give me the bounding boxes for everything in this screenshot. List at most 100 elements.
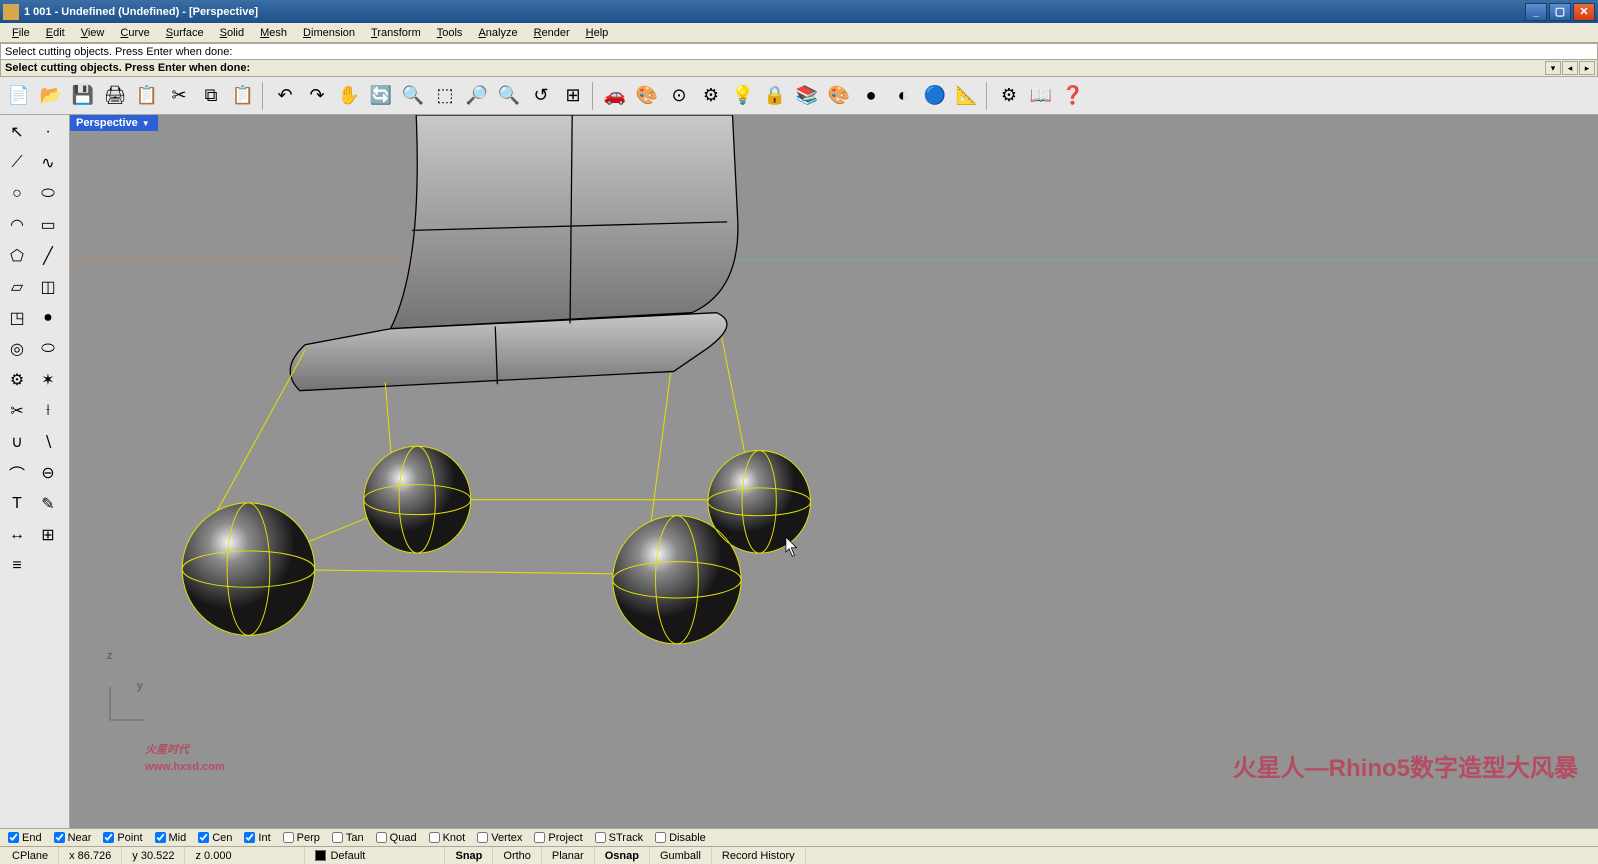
osnap-point[interactable]: Point	[103, 832, 142, 844]
zoom-window-icon[interactable]: ⬚	[430, 81, 460, 111]
options-icon[interactable]: ⚙	[696, 81, 726, 111]
annotate-icon[interactable]: ✎	[33, 489, 63, 519]
cut-icon[interactable]: ✂	[164, 81, 194, 111]
status-record-history[interactable]: Record History	[712, 847, 806, 864]
osnap-near[interactable]: Near	[54, 832, 92, 844]
menu-view[interactable]: View	[73, 25, 113, 41]
menu-help[interactable]: Help	[578, 25, 617, 41]
rotate-view-icon[interactable]: 🔄	[366, 81, 396, 111]
minimize-button[interactable]: _	[1525, 3, 1547, 21]
shade-gray-icon[interactable]: ●	[856, 81, 886, 111]
osnap-vertex[interactable]: Vertex	[477, 832, 522, 844]
torus-icon[interactable]: ◎	[2, 334, 32, 364]
paste-icon[interactable]: 📋	[228, 81, 258, 111]
shade-ghost-icon[interactable]: ◐	[888, 81, 918, 111]
command-input[interactable]	[254, 62, 1545, 74]
menu-curve[interactable]: Curve	[112, 25, 157, 41]
menu-render[interactable]: Render	[526, 25, 578, 41]
undo-view-icon[interactable]: ↺	[526, 81, 556, 111]
box-icon[interactable]: ◳	[2, 303, 32, 333]
layers-icon[interactable]: 📚	[792, 81, 822, 111]
cmd-next-button[interactable]: ▸	[1579, 61, 1595, 75]
zoom-icon[interactable]: 🔍	[398, 81, 428, 111]
plane-icon[interactable]: ▱	[2, 272, 32, 302]
boolean-union-icon[interactable]: ∪	[2, 427, 32, 457]
menu-tools[interactable]: Tools	[429, 25, 471, 41]
close-button[interactable]: ✕	[1573, 3, 1595, 21]
grid-icon[interactable]: ⊞	[33, 520, 63, 550]
question-icon[interactable]: ❓	[1058, 81, 1088, 111]
viewport[interactable]: Perspective ▼	[70, 115, 1598, 828]
osnap-knot[interactable]: Knot	[429, 832, 466, 844]
osnap-end[interactable]: End	[8, 832, 42, 844]
shade-render-icon[interactable]: 🔵	[920, 81, 950, 111]
print-icon[interactable]: 🖨	[100, 81, 130, 111]
pipe-icon[interactable]: ⬭	[33, 334, 63, 364]
osnap-quad[interactable]: Quad	[376, 832, 417, 844]
copy-icon[interactable]: ⧉	[196, 81, 226, 111]
new-icon[interactable]: 📄	[4, 81, 34, 111]
camera-icon[interactable]: ⊙	[664, 81, 694, 111]
layers-icon[interactable]: ≡	[2, 551, 32, 581]
polyline-icon[interactable]: ⟋	[2, 148, 32, 178]
status-planar[interactable]: Planar	[542, 847, 595, 864]
cmd-dropdown-button[interactable]: ▾	[1545, 61, 1561, 75]
maximize-button[interactable]: ▢	[1549, 3, 1571, 21]
osnap-tan[interactable]: Tan	[332, 832, 364, 844]
osnap-cen[interactable]: Cen	[198, 832, 232, 844]
sphere-icon[interactable]: ●	[33, 303, 63, 333]
color-wheel-icon[interactable]: 🎨	[824, 81, 854, 111]
trim-icon[interactable]: ✂	[2, 396, 32, 426]
fillet-icon[interactable]: ⌒	[2, 458, 32, 488]
status-ortho[interactable]: Ortho	[493, 847, 542, 864]
text-icon[interactable]: T	[2, 489, 32, 519]
osnap-perp[interactable]: Perp	[283, 832, 320, 844]
zoom-sel-icon[interactable]: 🔍	[494, 81, 524, 111]
status-snap[interactable]: Snap	[445, 847, 493, 864]
four-view-icon[interactable]: ⊞	[558, 81, 588, 111]
osnap-strack[interactable]: STrack	[595, 832, 643, 844]
viewport-label[interactable]: Perspective ▼	[70, 115, 158, 131]
open-icon[interactable]: 📂	[36, 81, 66, 111]
osnap-int[interactable]: Int	[244, 832, 270, 844]
split-icon[interactable]: ⟊	[33, 396, 63, 426]
light-icon[interactable]: 💡	[728, 81, 758, 111]
curve-icon[interactable]: ∿	[33, 148, 63, 178]
menu-edit[interactable]: Edit	[38, 25, 73, 41]
save-icon[interactable]: 💾	[68, 81, 98, 111]
status-osnap[interactable]: Osnap	[595, 847, 650, 864]
gear-icon[interactable]: ⚙	[994, 81, 1024, 111]
redo-icon[interactable]: ↷	[302, 81, 332, 111]
cmd-prev-button[interactable]: ◂	[1562, 61, 1578, 75]
undo-icon[interactable]: ↶	[270, 81, 300, 111]
osnap-disable[interactable]: Disable	[655, 832, 706, 844]
line-icon[interactable]: ╱	[33, 241, 63, 271]
menu-mesh[interactable]: Mesh	[252, 25, 295, 41]
menu-analyze[interactable]: Analyze	[470, 25, 525, 41]
ellipse-icon[interactable]: ⬭	[33, 179, 63, 209]
osnap-project[interactable]: Project	[534, 832, 582, 844]
pan-icon[interactable]: ✋	[334, 81, 364, 111]
rectangle-icon[interactable]: ▭	[33, 210, 63, 240]
explode-icon[interactable]: ✶	[33, 365, 63, 395]
osnap-mid[interactable]: Mid	[155, 832, 187, 844]
car-icon[interactable]: 🚗	[600, 81, 630, 111]
menu-dimension[interactable]: Dimension	[295, 25, 363, 41]
lock-icon[interactable]: 🔒	[760, 81, 790, 111]
gear-icon[interactable]: ⚙	[2, 365, 32, 395]
status-layer[interactable]: Default	[305, 847, 445, 864]
menu-solid[interactable]: Solid	[212, 25, 252, 41]
status-gumball[interactable]: Gumball	[650, 847, 712, 864]
boolean-diff-icon[interactable]: ∖	[33, 427, 63, 457]
circle-icon[interactable]: ○	[2, 179, 32, 209]
pointer-icon[interactable]: ↖	[2, 117, 32, 147]
zoom-extents-icon[interactable]: 🔎	[462, 81, 492, 111]
properties-icon[interactable]: 📐	[952, 81, 982, 111]
menu-file[interactable]: File	[4, 25, 38, 41]
copy-clip-icon[interactable]: 📋	[132, 81, 162, 111]
dimension-icon[interactable]: ↔	[2, 520, 32, 550]
difference-icon[interactable]: ⊖	[33, 458, 63, 488]
point-icon[interactable]: ·	[33, 117, 63, 147]
polygon-icon[interactable]: ⬠	[2, 241, 32, 271]
help-icon[interactable]: 📖	[1026, 81, 1056, 111]
